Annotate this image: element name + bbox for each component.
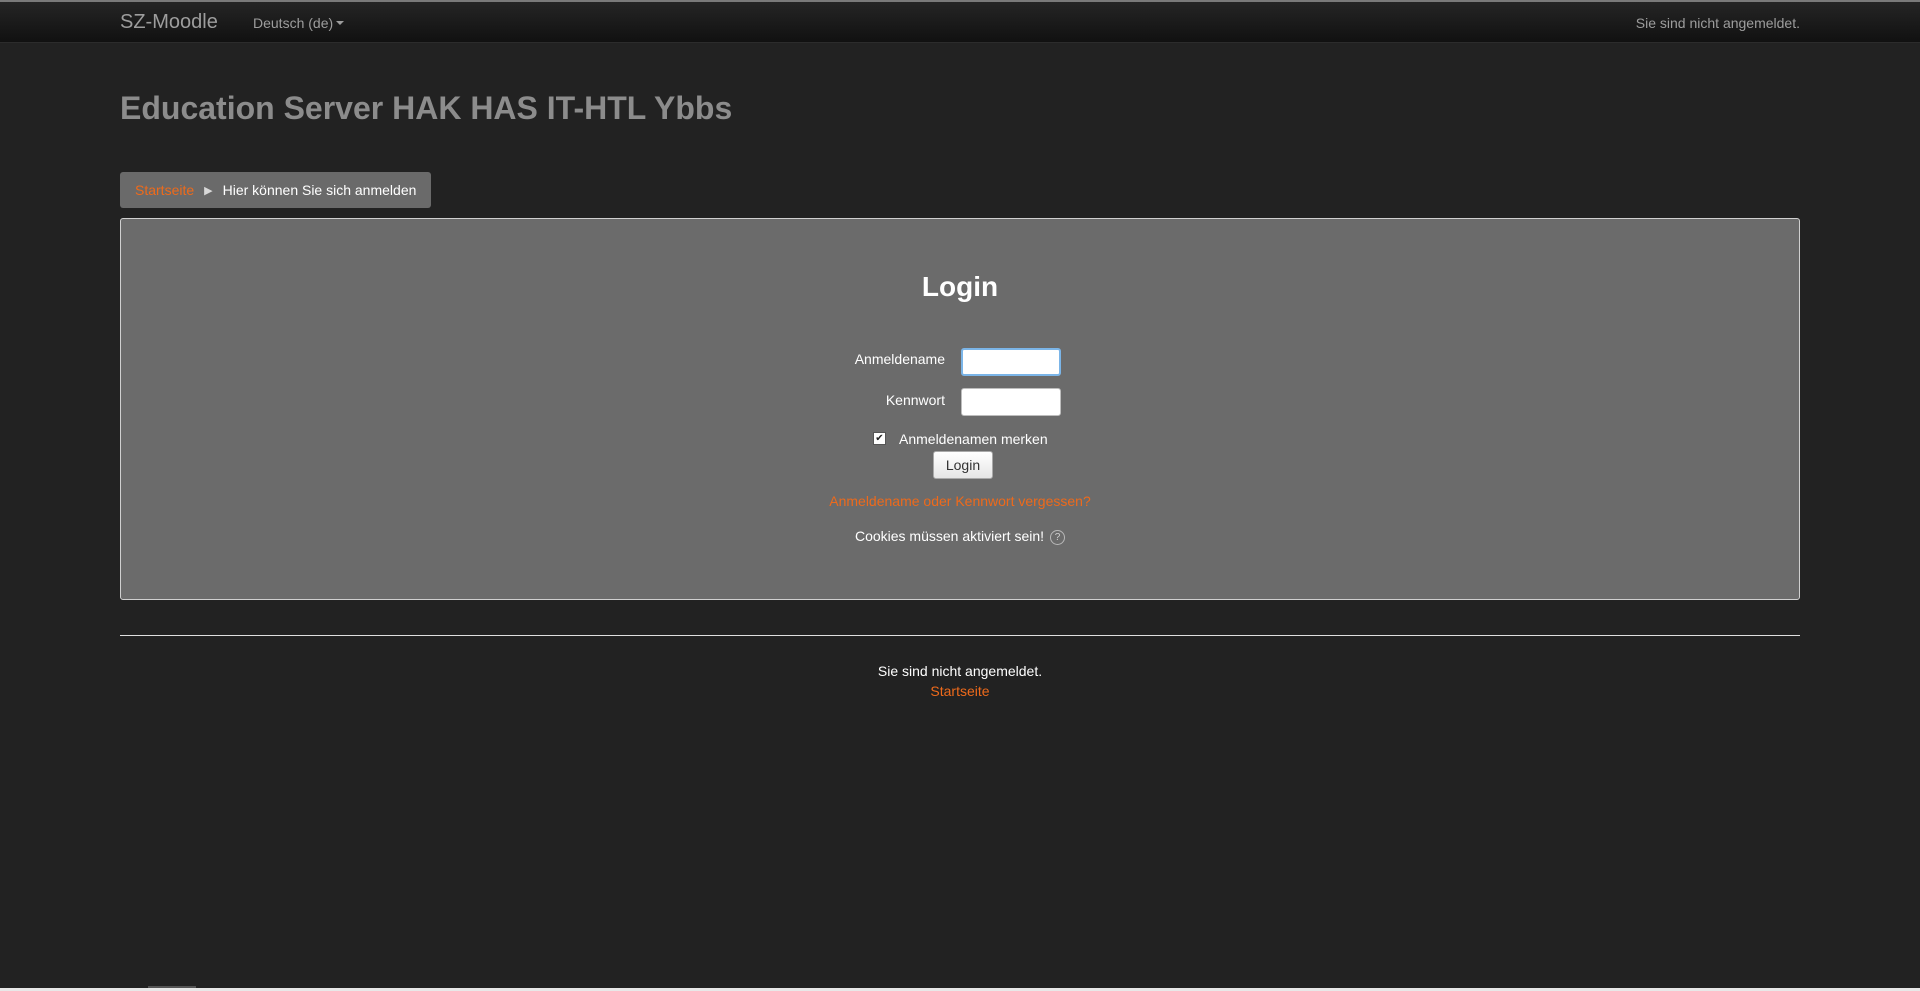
page-title: Education Server HAK HAS IT-HTL Ybbs (120, 90, 733, 126)
login-button[interactable]: Login (933, 451, 993, 479)
language-menu[interactable]: Deutsch (de) (253, 15, 345, 31)
forgot-password-link[interactable]: Anmeldename oder Kennwort vergessen? (121, 493, 1799, 509)
breadcrumb-current: Hier können Sie sich anmelden (222, 182, 417, 198)
cookies-notice-text: Cookies müssen aktiviert sein! (854, 528, 1045, 544)
footer-home-link[interactable]: Startseite (930, 683, 989, 699)
footer-divider (120, 635, 1800, 636)
login-status: Sie sind nicht angemeldet. (1635, 15, 1800, 31)
login-panel: Login Anmeldename Kennwort ✔ Anmeldename… (120, 218, 1800, 600)
language-label: Deutsch (de) (253, 15, 334, 31)
username-input[interactable] (961, 348, 1061, 376)
remember-username-label[interactable]: Anmeldenamen merken (899, 431, 1048, 447)
breadcrumb: Startseite ▶ Hier können Sie sich anmeld… (120, 172, 432, 208)
footer-home: Startseite (0, 683, 1920, 699)
brand-link[interactable]: SZ-Moodle (120, 11, 218, 34)
remember-username-checkbox[interactable]: ✔ (873, 432, 886, 445)
cookies-notice: Cookies müssen aktiviert sein!? (121, 528, 1799, 545)
help-icon[interactable]: ? (1050, 529, 1066, 545)
password-label: Kennwort (885, 392, 945, 408)
username-label: Anmeldename (854, 351, 945, 367)
footer-login-status: Sie sind nicht angemeldet. (877, 663, 1043, 679)
breadcrumb-separator-icon: ▶ (204, 184, 213, 197)
password-input[interactable] (961, 388, 1061, 416)
chevron-down-icon (336, 21, 345, 26)
breadcrumb-home-link[interactable]: Startseite (135, 182, 194, 198)
login-title: Login (921, 271, 999, 302)
navbar: SZ-Moodle Deutsch (de) Sie sind nicht an… (0, 2, 1920, 43)
scroll-indicator (148, 986, 196, 988)
